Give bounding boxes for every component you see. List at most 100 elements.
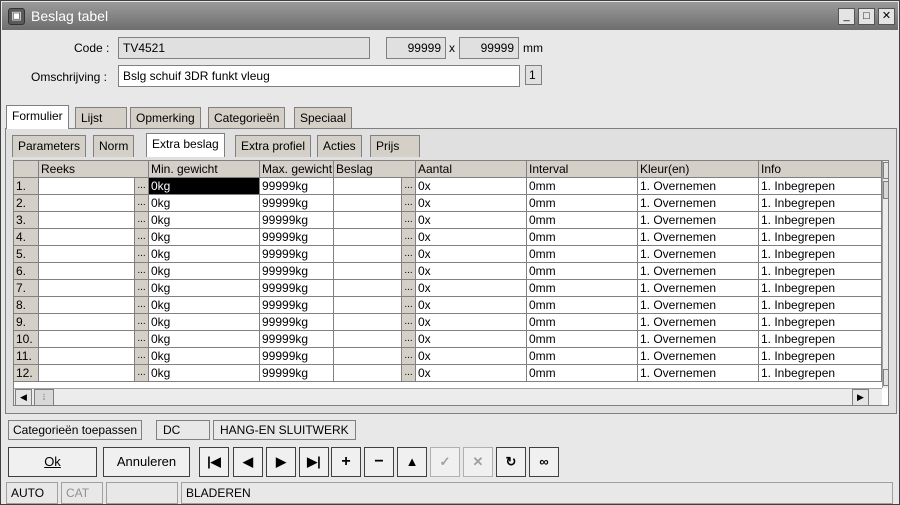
apply-categories-button[interactable]: Categorieën toepassen bbox=[8, 420, 143, 440]
ellipsis-button[interactable]: ... bbox=[401, 246, 415, 262]
table-cell[interactable]: 0mm bbox=[527, 365, 638, 382]
table-cell[interactable]: ... bbox=[334, 365, 416, 382]
scroll-thumb[interactable]: ≡ bbox=[883, 181, 888, 199]
scroll-down-icon[interactable]: ▼ bbox=[883, 369, 888, 386]
hscroll-thumb[interactable]: ⦙ bbox=[34, 389, 54, 405]
remove-icon[interactable]: − bbox=[364, 447, 394, 477]
table-cell[interactable]: 1. Inbegrepen bbox=[759, 229, 882, 246]
table-cell[interactable]: 1. Inbegrepen bbox=[759, 195, 882, 212]
table-cell[interactable]: 1. Overnemen bbox=[638, 365, 759, 382]
ellipsis-button[interactable]: ... bbox=[401, 314, 415, 330]
table-cell[interactable]: 0x bbox=[416, 348, 527, 365]
ellipsis-button[interactable]: ... bbox=[401, 348, 415, 364]
table-cell[interactable]: 1. Inbegrepen bbox=[759, 263, 882, 280]
tab-extra-profiel[interactable]: Extra profiel bbox=[235, 135, 312, 157]
tab-norm[interactable]: Norm bbox=[93, 135, 135, 157]
table-cell[interactable]: ... bbox=[39, 212, 149, 229]
ellipsis-button[interactable]: ... bbox=[401, 280, 415, 296]
ellipsis-button[interactable]: ... bbox=[134, 212, 148, 228]
table-cell[interactable]: 99999kg bbox=[260, 246, 334, 263]
table-cell[interactable]: ... bbox=[39, 280, 149, 297]
ellipsis-button[interactable]: ... bbox=[134, 314, 148, 330]
ok-button[interactable]: Ok bbox=[8, 447, 97, 477]
table-cell[interactable]: 1. Overnemen bbox=[638, 297, 759, 314]
table-cell[interactable]: 0mm bbox=[527, 331, 638, 348]
maximize-button[interactable]: □ bbox=[858, 8, 875, 25]
ellipsis-button[interactable]: ... bbox=[134, 263, 148, 279]
table-cell[interactable]: 0kg bbox=[149, 331, 260, 348]
table-cell[interactable]: ... bbox=[39, 331, 149, 348]
table-cell[interactable]: 0x bbox=[416, 263, 527, 280]
ellipsis-button[interactable]: ... bbox=[134, 246, 148, 262]
table-cell[interactable]: 0mm bbox=[527, 229, 638, 246]
column-header[interactable] bbox=[14, 161, 39, 178]
table-cell[interactable]: 1. Overnemen bbox=[638, 195, 759, 212]
ellipsis-button[interactable]: ... bbox=[401, 178, 415, 194]
table-cell[interactable]: 0kg bbox=[149, 246, 260, 263]
last-record-icon[interactable]: ▶| bbox=[299, 447, 329, 477]
table-cell[interactable]: ... bbox=[334, 178, 416, 195]
table-cell[interactable]: 0x bbox=[416, 331, 527, 348]
table-cell[interactable]: ... bbox=[39, 229, 149, 246]
description-field[interactable]: Bslg schuif 3DR funkt vleug bbox=[118, 65, 520, 87]
code-field[interactable]: TV4521 bbox=[118, 37, 370, 59]
table-cell[interactable]: 0x bbox=[416, 229, 527, 246]
table-cell[interactable]: 0mm bbox=[527, 212, 638, 229]
ellipsis-button[interactable]: ... bbox=[134, 348, 148, 364]
next-record-icon[interactable]: ▶ bbox=[266, 447, 296, 477]
table-cell[interactable]: ... bbox=[39, 263, 149, 280]
table-cell[interactable]: ... bbox=[334, 348, 416, 365]
ellipsis-button[interactable]: ... bbox=[134, 178, 148, 194]
tab-opmerking[interactable]: Opmerking bbox=[130, 107, 201, 129]
minimize-button[interactable]: _ bbox=[838, 8, 855, 25]
table-cell[interactable]: 99999kg bbox=[260, 297, 334, 314]
first-record-icon[interactable]: |◀ bbox=[199, 447, 229, 477]
table-cell[interactable]: 0kg bbox=[149, 178, 260, 195]
table-cell[interactable]: 0mm bbox=[527, 297, 638, 314]
ellipsis-button[interactable]: ... bbox=[134, 365, 148, 381]
tab-parameters[interactable]: Parameters bbox=[12, 135, 87, 157]
table-cell[interactable]: 0kg bbox=[149, 365, 260, 382]
table-cell[interactable]: ... bbox=[39, 195, 149, 212]
table-cell[interactable]: 0x bbox=[416, 212, 527, 229]
table-cell[interactable]: 99999kg bbox=[260, 365, 334, 382]
ellipsis-button[interactable]: ... bbox=[401, 331, 415, 347]
scroll-left-icon[interactable]: ◀ bbox=[15, 389, 32, 405]
table-cell[interactable]: 99999kg bbox=[260, 331, 334, 348]
table-cell[interactable]: 1. Inbegrepen bbox=[759, 348, 882, 365]
ellipsis-button[interactable]: ... bbox=[401, 263, 415, 279]
refresh-icon[interactable]: ↻ bbox=[496, 447, 526, 477]
ellipsis-button[interactable]: ... bbox=[134, 297, 148, 313]
table-cell[interactable]: 99999kg bbox=[260, 229, 334, 246]
table-cell[interactable]: ... bbox=[334, 195, 416, 212]
table-cell[interactable]: ... bbox=[334, 280, 416, 297]
table-cell[interactable]: 1. Overnemen bbox=[638, 212, 759, 229]
ellipsis-button[interactable]: ... bbox=[134, 280, 148, 296]
table-cell[interactable]: 1. Inbegrepen bbox=[759, 314, 882, 331]
table-cell[interactable]: 0kg bbox=[149, 314, 260, 331]
title-bar[interactable]: ▣ Beslag tabel _ □ ✕ bbox=[2, 2, 898, 30]
tab-lijst[interactable]: Lijst bbox=[75, 107, 127, 129]
table-cell[interactable]: 99999kg bbox=[260, 280, 334, 297]
table-cell[interactable]: 0x bbox=[416, 178, 527, 195]
tab-acties[interactable]: Acties bbox=[317, 135, 362, 157]
cancel-button[interactable]: Annuleren bbox=[103, 447, 190, 477]
table-cell[interactable]: 1. Overnemen bbox=[638, 280, 759, 297]
tab-extra-beslag[interactable]: Extra beslag bbox=[146, 133, 225, 157]
table-cell[interactable]: 99999kg bbox=[260, 263, 334, 280]
ellipsis-button[interactable]: ... bbox=[134, 229, 148, 245]
up-icon[interactable]: ▲ bbox=[397, 447, 427, 477]
table-cell[interactable]: 1. Inbegrepen bbox=[759, 365, 882, 382]
column-header[interactable]: Interval bbox=[527, 161, 638, 178]
ellipsis-button[interactable]: ... bbox=[401, 297, 415, 313]
table-cell[interactable]: ... bbox=[39, 178, 149, 195]
table-cell[interactable]: 1. Inbegrepen bbox=[759, 331, 882, 348]
table-cell[interactable]: 99999kg bbox=[260, 348, 334, 365]
table-cell[interactable]: 0x bbox=[416, 365, 527, 382]
table-cell[interactable]: ... bbox=[39, 365, 149, 382]
table-cell[interactable]: 0kg bbox=[149, 297, 260, 314]
table-cell[interactable]: 99999kg bbox=[260, 195, 334, 212]
binoculars-icon[interactable]: ∞ bbox=[529, 447, 559, 477]
table-cell[interactable]: 0mm bbox=[527, 348, 638, 365]
table-cell[interactable]: ... bbox=[334, 297, 416, 314]
